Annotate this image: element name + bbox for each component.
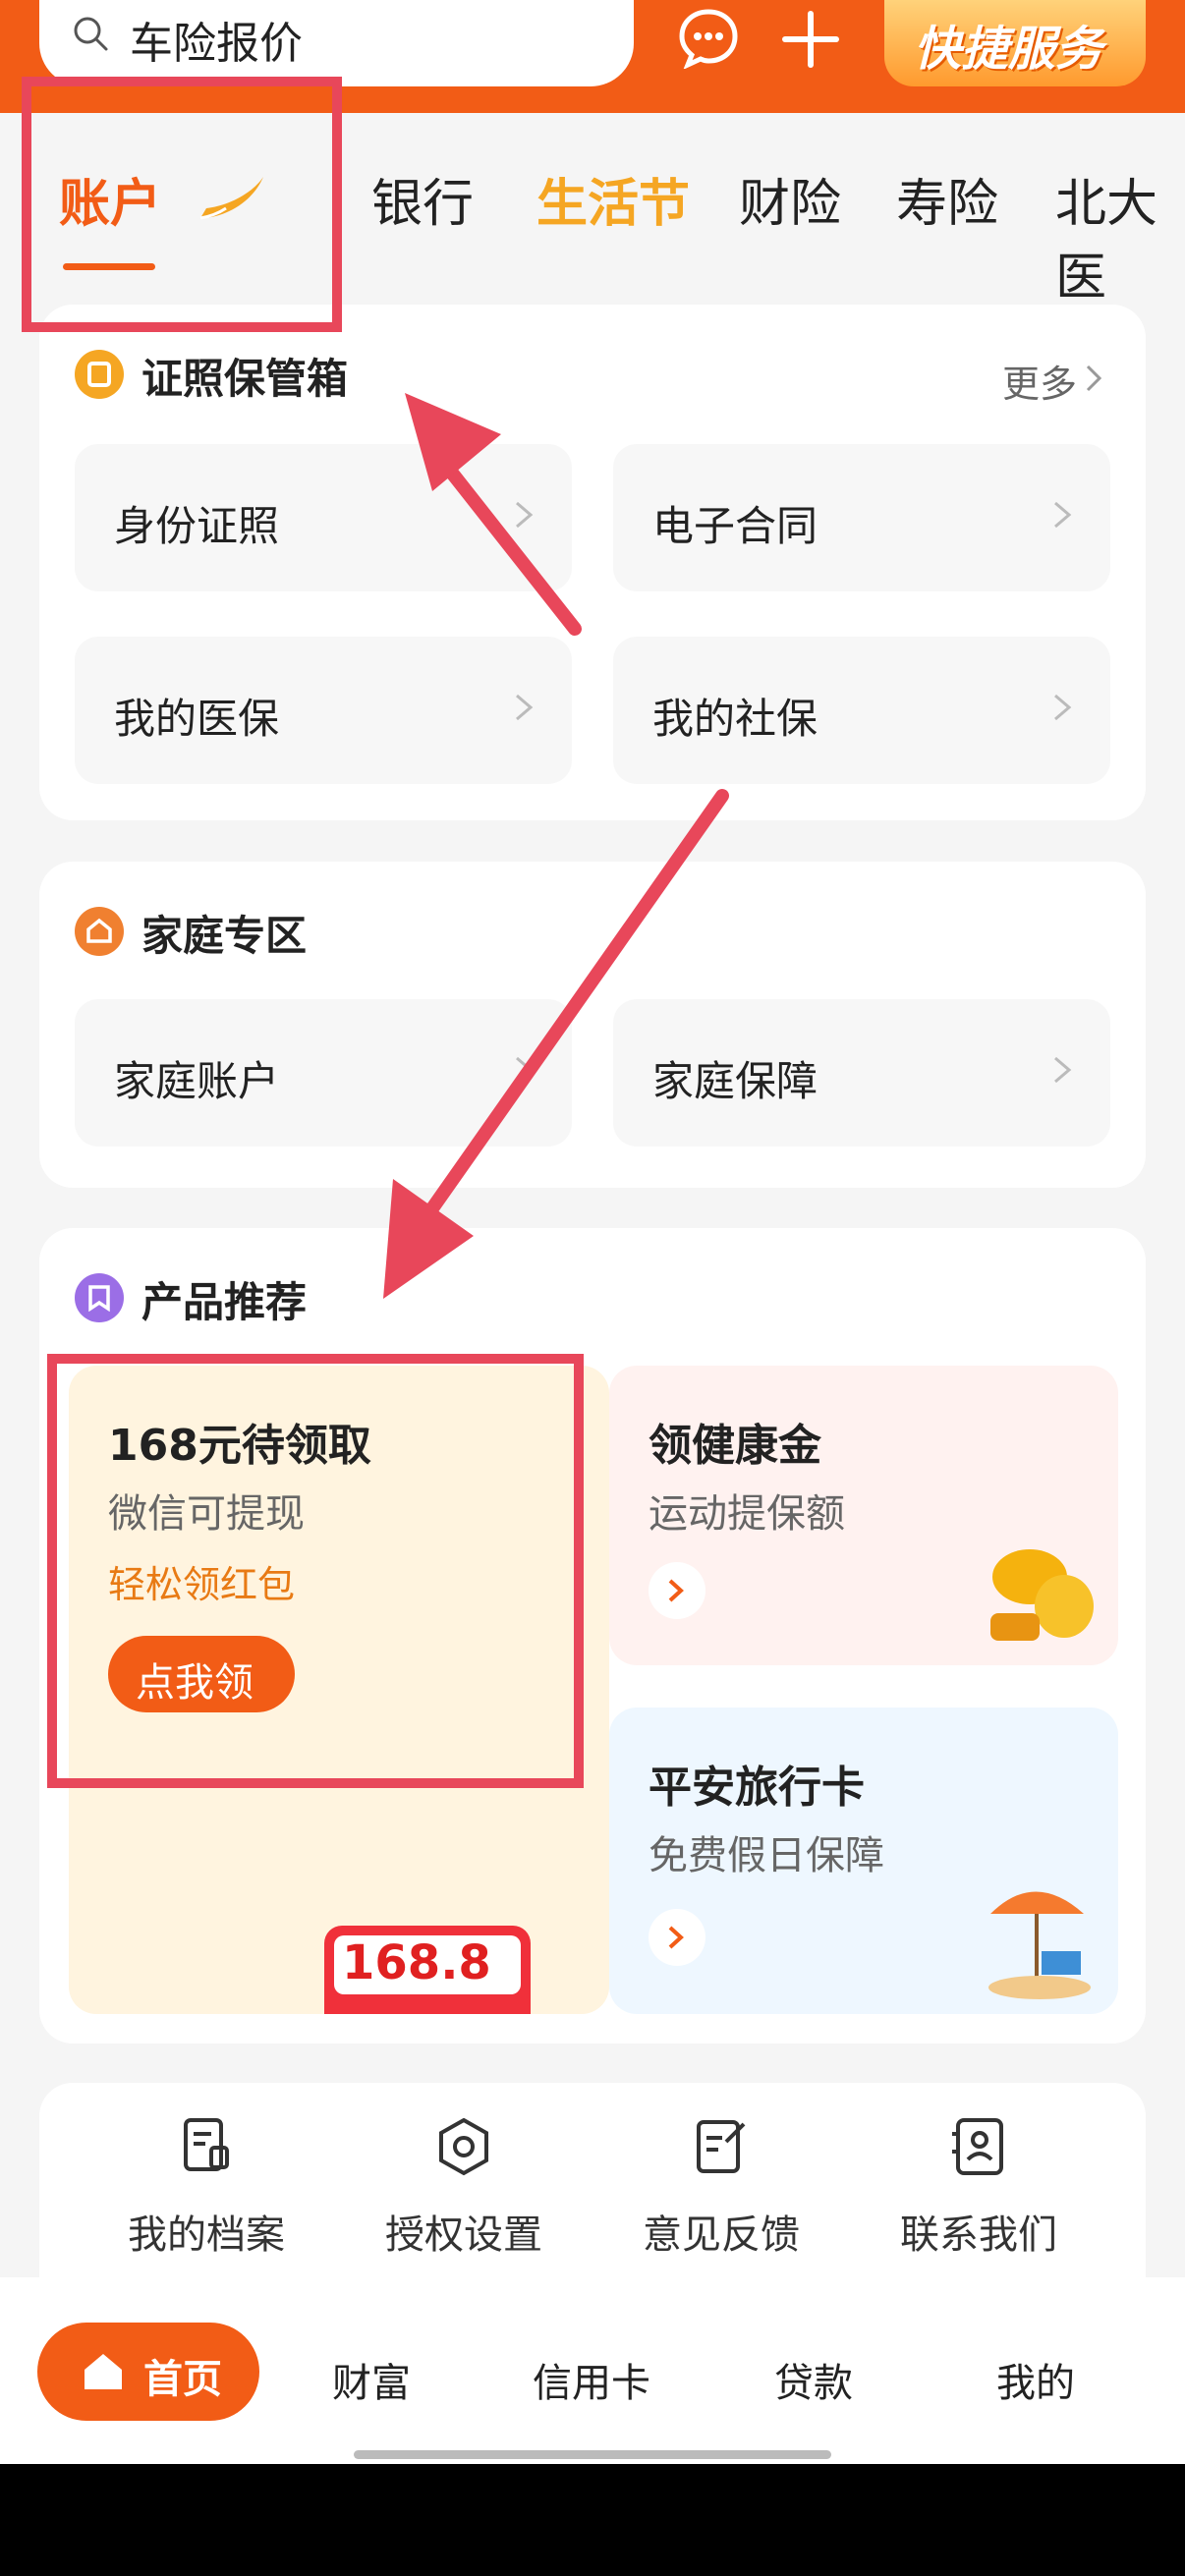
nav-credit-card[interactable]: 信用卡 [533,2351,650,2408]
travel-subtitle: 免费假日保障 [649,1833,884,1878]
home-icon [85,2354,122,2389]
beach-umbrella-icon [988,1891,1091,1999]
envelope-amount: 168.8 [342,1935,491,1990]
health-title: 领健康金 [649,1421,821,1471]
health-fund-card[interactable]: 领健康金 运动提保额 [609,1366,1118,1665]
chevron-right-icon [668,1926,684,1949]
gold-coins-icon [990,1549,1094,1641]
chevron-right-icon [668,1579,684,1602]
file-icon [184,2118,229,2171]
health-subtitle: 运动提保额 [649,1491,845,1537]
edit-note-icon [697,2120,746,2173]
nav-home[interactable]: 首页 [37,2323,259,2421]
travel-card[interactable]: 平安旅行卡 免费假日保障 [609,1708,1118,2014]
annotation-arrows [383,393,729,1299]
health-arrow[interactable] [649,1562,705,1619]
nav-home-label: 首页 [143,2357,222,2402]
tool-authorization[interactable]: 授权设置 [346,2112,582,2260]
settings-hexagon-icon [439,2117,488,2176]
tool-my-profile[interactable]: 我的档案 [88,2112,324,2260]
contact-book-icon [952,2118,1003,2175]
red-envelope-image: 168.8 [324,1926,560,2014]
nav-me[interactable]: 我的 [996,2351,1075,2408]
home-indicator [354,2450,831,2459]
nav-wealth[interactable]: 财富 [332,2351,411,2408]
tool-label: 联系我们 [900,2212,1057,2258]
screen-bottom-bezel [0,2464,1185,2576]
tool-label: 授权设置 [385,2212,542,2258]
tool-label: 我的档案 [128,2212,285,2258]
travel-title: 平安旅行卡 [649,1763,865,1813]
tool-label: 意见反馈 [643,2212,800,2258]
tool-feedback[interactable]: 意见反馈 [603,2112,839,2260]
annotation-box-promo [47,1354,584,1788]
nav-loan[interactable]: 贷款 [774,2351,853,2408]
tool-contact-us[interactable]: 联系我们 [861,2112,1097,2260]
travel-arrow[interactable] [649,1909,705,1966]
